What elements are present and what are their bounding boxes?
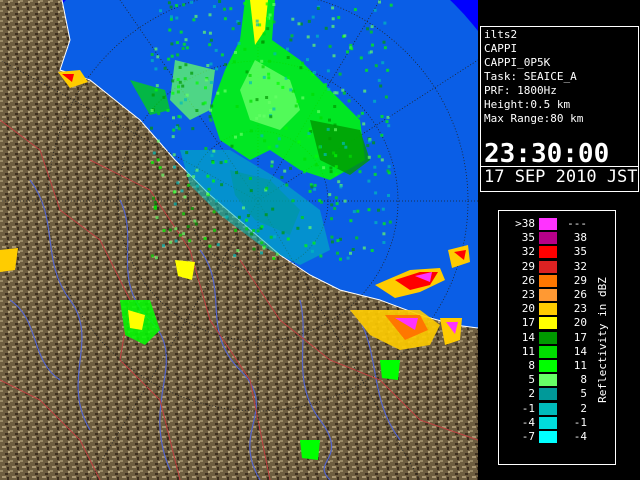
radar-map[interactable] (0, 0, 478, 480)
legend-swatch (539, 345, 557, 358)
height-label: Height:0.5 km (484, 98, 571, 111)
observation-date: 17 SEP 2010 JST (484, 167, 638, 187)
legend-high-value: 5 (580, 387, 587, 401)
legend-low-value: 20 (521, 302, 535, 316)
legend-high-value: -1 (573, 415, 587, 429)
legend-low-value: 8 (528, 359, 535, 372)
legend-swatch (539, 431, 557, 443)
legend-low-value: 23 (521, 288, 535, 301)
legend-swatch (539, 274, 557, 287)
reflectivity-legend: >38 --- 35 38 32 35 29 32 26 29 23 26 20 23 17 20 14 17 11… (498, 210, 616, 465)
legend-swatch (539, 317, 557, 330)
legend-low-value: -7 (521, 430, 535, 443)
legend-swatch (539, 260, 557, 273)
legend-swatch (539, 218, 557, 230)
radar-display: ilts2 CAPPI CAPPI_0P5K Task: SEAICE_A PR… (0, 0, 640, 480)
legend-low-value: >38 (515, 217, 535, 230)
info-panel: ilts2 CAPPI CAPPI_0P5K Task: SEAICE_A PR… (480, 26, 639, 192)
legend-low-value: 5 (528, 373, 535, 387)
legend-high-value: 26 (573, 288, 587, 301)
legend-swatch (539, 374, 557, 387)
legend-low-value: 14 (521, 330, 535, 344)
legend-high-value: 35 (573, 245, 587, 259)
legend-high-value: -4 (573, 430, 587, 443)
radar-map-svg (0, 0, 478, 480)
legend-high-value: 38 (573, 231, 587, 245)
product-id: CAPPI_0P5K (484, 56, 551, 69)
task-label: Task: SEAICE_A (484, 70, 577, 83)
legend-low-value: 17 (521, 316, 535, 330)
legend-swatch (539, 402, 557, 415)
legend-high-value: 32 (573, 259, 587, 273)
legend-swatch (539, 246, 557, 259)
legend-high-value: 14 (573, 344, 587, 358)
legend-low-value: 35 (521, 231, 535, 245)
max-range-label: Max Range:80 km (484, 112, 584, 125)
legend-low-value: 26 (521, 273, 535, 287)
legend-unit-label: Reflectivity in dBZ (596, 277, 609, 403)
station-name: ilts2 (484, 28, 518, 41)
legend-low-value: 29 (521, 259, 535, 273)
legend-row: >38 --- (499, 217, 615, 231)
legend-high-value: 20 (573, 316, 587, 330)
legend-low-value: -1 (521, 401, 535, 415)
legend-swatch (539, 416, 557, 429)
legend-high-value: 8 (580, 373, 587, 387)
legend-swatch (539, 303, 557, 316)
prf-label: PRF: 1800Hz (484, 84, 557, 97)
legend-high-value: 17 (573, 330, 587, 344)
legend-swatch (539, 360, 557, 372)
legend-swatch (539, 331, 557, 344)
legend-high-value: 29 (573, 273, 587, 287)
legend-low-value: 2 (528, 387, 535, 401)
legend-high-value: 11 (573, 359, 587, 372)
legend-high-value: 2 (580, 401, 587, 415)
legend-high-value: --- (567, 217, 587, 230)
product-name: CAPPI (484, 42, 518, 55)
legend-swatch (539, 232, 557, 245)
legend-swatch (539, 388, 557, 401)
legend-high-value: 23 (573, 302, 587, 316)
legend-low-value: -4 (521, 415, 535, 429)
legend-low-value: 32 (521, 245, 535, 259)
legend-unit: Reflectivity in dBZ (595, 241, 611, 441)
legend-swatch (539, 289, 557, 301)
legend-low-value: 11 (521, 344, 535, 358)
observation-time: 23:30:00 (484, 139, 610, 169)
